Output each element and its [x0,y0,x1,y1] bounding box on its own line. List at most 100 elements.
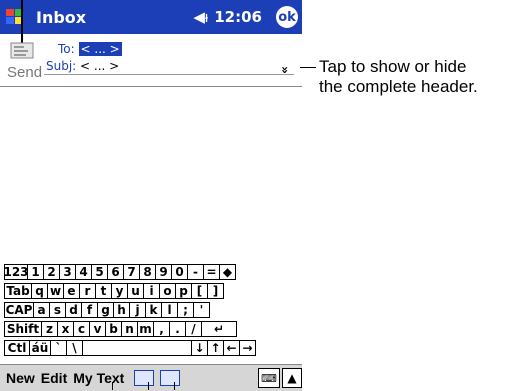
title-bar: Inbox ◀ᵼ 12:06 ok [0,0,302,34]
menu-new[interactable]: New [6,370,35,386]
callout-line-1: Tap to show or hide [319,57,467,76]
key[interactable]: l [161,302,178,318]
key[interactable]: [ [191,283,208,299]
key[interactable]: 8 [139,264,156,280]
left-arrow-key[interactable]: ← [223,340,240,356]
key[interactable]: / [185,321,202,337]
key[interactable]: r [79,283,96,299]
key[interactable]: q [31,283,48,299]
send-icon[interactable] [10,40,36,60]
key[interactable]: 5 [91,264,108,280]
spacebar-key[interactable] [82,340,192,356]
windows-flag-icon [6,9,23,24]
menu-my-text[interactable]: My Text [73,370,124,386]
to-field[interactable]: To: < ... > [58,42,122,56]
key[interactable]: ; [177,302,194,318]
to-input[interactable]: < ... > [78,42,122,56]
key-shift[interactable]: Shift [4,321,42,337]
key[interactable]: s [49,302,66,318]
subject-field[interactable]: Subj: < ... > [46,59,119,73]
to-label: To: [58,42,75,56]
subject-label: Subj: [46,59,77,73]
down-arrow-key[interactable]: ↓ [191,340,208,356]
key[interactable]: k [145,302,162,318]
key[interactable]: i [143,283,160,299]
keyboard-icon[interactable]: ⌨ [258,368,280,388]
key[interactable]: ' [193,302,210,318]
up-arrow-key[interactable]: ↑ [207,340,224,356]
key[interactable]: . [169,321,186,337]
callout-line [300,67,316,68]
key[interactable]: p [175,283,192,299]
send-button[interactable]: Send [7,64,42,81]
key[interactable]: n [121,321,138,337]
key[interactable]: , [153,321,170,337]
callout-line-2: the complete header. [319,77,478,96]
clock[interactable]: 12:06 [214,8,262,26]
key[interactable]: f [81,302,98,318]
app-title: Inbox [36,7,87,27]
key[interactable]: z [41,321,58,337]
message-header: Send To: < ... > Subj: < ... > » [0,34,302,87]
key-tab[interactable]: Tab [4,283,32,299]
callout-tick [174,382,175,390]
callout-tick [112,382,113,390]
key[interactable]: u [127,283,144,299]
address-book-icon[interactable] [134,370,155,386]
menu-bar: New Edit My Text [0,364,302,391]
key[interactable]: y [111,283,128,299]
keyboard-row-5: Ctl áü ` \ ↓ ↑ ← → [4,340,296,357]
keyboard-row-2: Tab q w e r t y u i o p [ ] [4,283,296,300]
attachment-icon[interactable] [160,370,181,386]
key[interactable]: d [65,302,82,318]
key[interactable]: w [47,283,64,299]
key[interactable]: x [57,321,74,337]
key[interactable]: j [129,302,146,318]
menu-edit[interactable]: Edit [41,370,67,386]
key[interactable]: \ [66,340,83,356]
subject-input[interactable]: < ... > [80,59,119,73]
key[interactable]: 6 [107,264,124,280]
key[interactable]: c [73,321,90,337]
key[interactable]: b [105,321,122,337]
key[interactable]: a [33,302,50,318]
soft-keyboard: 123 1 2 3 4 5 6 7 8 9 0 - = ◆ Tab q w e … [3,264,296,359]
key-caps[interactable]: CAP [4,302,34,318]
callout-tick [148,382,149,390]
key[interactable]: 3 [59,264,76,280]
keyboard-row-3: CAP a s d f g h j k l ; ' [4,302,296,319]
key[interactable]: - [187,264,204,280]
key[interactable]: ` [50,340,67,356]
callout-text: Tap to show or hide the complete header. [319,57,478,97]
key[interactable]: ] [207,283,224,299]
keyboard-row-4: Shift z x c v b n m , . / ↵ [4,321,296,338]
key[interactable]: m [137,321,154,337]
input-arrow-icon[interactable]: ▲ [282,368,302,388]
key[interactable]: 0 [171,264,188,280]
backspace-key[interactable]: ◆ [219,264,236,280]
key[interactable]: v [89,321,106,337]
speaker-icon[interactable]: ◀ᵼ [193,8,208,26]
key[interactable]: e [63,283,80,299]
key-accents[interactable]: áü [29,340,51,356]
key[interactable]: 7 [123,264,140,280]
key[interactable]: 9 [155,264,172,280]
key[interactable]: o [159,283,176,299]
key[interactable]: = [203,264,220,280]
key[interactable]: 1 [27,264,44,280]
enter-key[interactable]: ↵ [201,321,237,337]
start-button[interactable] [0,0,30,34]
key[interactable]: 2 [43,264,60,280]
message-body[interactable] [0,87,302,260]
key-123[interactable]: 123 [3,264,29,280]
key[interactable]: t [95,283,112,299]
device-screen: Inbox ◀ᵼ 12:06 ok Send To: < ... > Subj:… [0,0,302,391]
header-toggle-icon[interactable]: » [278,66,292,74]
key[interactable]: h [113,302,130,318]
key[interactable]: 4 [75,264,92,280]
key[interactable]: g [97,302,114,318]
right-arrow-key[interactable]: → [239,340,256,356]
key-ctl[interactable]: Ctl [4,340,30,356]
ok-button[interactable]: ok [276,6,298,28]
subject-underline [44,74,294,75]
